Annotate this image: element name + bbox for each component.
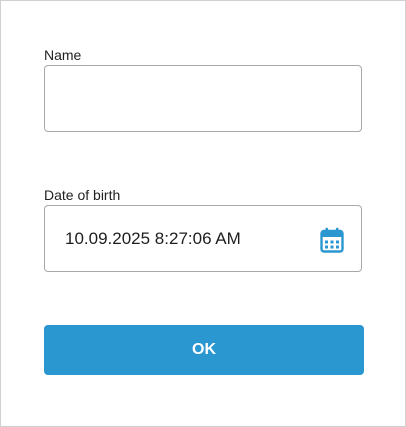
date-of-birth-label: Date of birth xyxy=(44,187,121,203)
name-label: Name xyxy=(44,47,82,63)
date-of-birth-value[interactable]: 10.09.2025 8:27:06 AM xyxy=(65,206,241,271)
date-of-birth-field[interactable]: 10.09.2025 8:27:06 AM xyxy=(44,205,362,272)
name-input[interactable] xyxy=(45,66,361,131)
name-field[interactable] xyxy=(44,65,362,132)
ok-button[interactable]: OK xyxy=(44,325,364,375)
form-panel: Name Date of birth 10.09.2025 8:27:06 AM… xyxy=(0,0,406,427)
calendar-icon[interactable] xyxy=(319,226,345,254)
